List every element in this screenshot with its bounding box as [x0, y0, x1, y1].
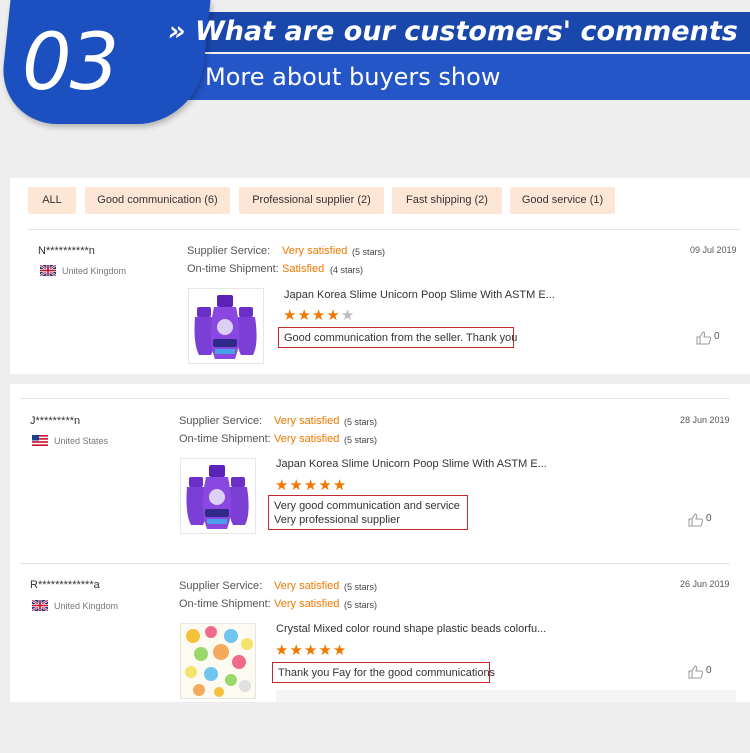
review-item: R*************a United Kingdom Supplier … — [10, 549, 750, 702]
thumbs-up-icon[interactable] — [696, 331, 712, 345]
star-filled-icon: ★ — [303, 642, 319, 659]
star-filled-icon: ★ — [275, 477, 290, 494]
supplier-service-value: Very satisfied — [274, 580, 340, 592]
review-comment: Good communication from the seller. Than… — [278, 327, 518, 348]
ontime-shipment-value: Very satisfied — [274, 433, 340, 445]
review-comment-line: Thank you Fay for the good communication… — [278, 667, 496, 679]
banner-subtitle: More about buyers show — [205, 63, 501, 91]
review-comment: Very good communication and service Very… — [268, 495, 468, 530]
star-filled-icon: ★ — [283, 307, 298, 324]
like-count: 0 — [706, 513, 712, 524]
ontime-shipment-stars: (4 stars) — [330, 265, 364, 275]
ontime-shipment-label: On-time Shipment: — [187, 263, 279, 275]
review-date: 26 Jun 2019 — [680, 579, 730, 589]
supplier-service-stars: (5 stars) — [344, 417, 378, 427]
product-thumbnail[interactable] — [180, 458, 256, 534]
star-filled-icon: ★ — [332, 477, 348, 494]
star-filled-icon: ★ — [326, 307, 341, 324]
beads-product-image — [181, 624, 255, 698]
reviewer-name: R*************a — [30, 579, 100, 591]
section-number: 03 — [22, 18, 119, 108]
review-comment-line: Very professional supplier — [274, 514, 400, 526]
slime-product-image — [181, 459, 255, 533]
supplier-service-label: Supplier Service: — [179, 580, 263, 592]
uk-flag-icon — [32, 600, 48, 611]
review-comment: Thank you Fay for the good communication… — [272, 662, 496, 683]
reviewer-name: N**********n — [38, 245, 95, 257]
thumbs-up-icon[interactable] — [688, 665, 704, 679]
ontime-shipment-label: On-time Shipment: — [179, 433, 271, 445]
review-date: 09 Jul 2019 — [690, 245, 737, 255]
ontime-shipment-label: On-time Shipment: — [179, 598, 271, 610]
product-rating: ★★★★★ — [275, 643, 347, 658]
star-filled-icon: ★ — [332, 642, 348, 659]
banner: 03 » What are our customers' comments ? … — [0, 0, 750, 130]
star-filled-icon: ★ — [297, 307, 312, 324]
product-rating: ★★★★★ — [275, 478, 347, 493]
like-count: 0 — [706, 665, 712, 676]
slime-product-image — [189, 289, 263, 363]
reviews-panel-bottom: J*********n United States Supplier Servi… — [10, 384, 750, 702]
banner-title: » What are our customers' comments ? — [168, 16, 750, 47]
review-item: J*********n United States Supplier Servi… — [10, 384, 750, 554]
star-filled-icon: ★ — [275, 642, 290, 659]
product-title[interactable]: Japan Korea Slime Unicorn Poop Slime Wit… — [276, 458, 547, 470]
supplier-service-label: Supplier Service: — [179, 415, 263, 427]
like-count: 0 — [714, 331, 720, 342]
supplier-service-stars: (5 stars) — [352, 247, 386, 257]
ontime-shipment-stars: (5 stars) — [344, 435, 378, 445]
star-filled-icon: ★ — [289, 477, 304, 494]
reviews-panel-top: ALL Good communication (6) Professional … — [10, 178, 750, 374]
review-item: N**********n United Kingdom Supplier Ser… — [10, 178, 750, 374]
product-rating: ★★★★★ — [283, 308, 355, 323]
supplier-service-label: Supplier Service: — [187, 245, 271, 257]
supplier-service-value: Very satisfied — [274, 415, 340, 427]
star-filled-icon: ★ — [318, 477, 333, 494]
review-comment-line: Good communication from the seller. Than… — [284, 332, 518, 344]
review-comment-line: Very good communication and service — [274, 500, 460, 512]
reply-area — [276, 690, 736, 702]
us-flag-icon — [32, 435, 48, 446]
product-thumbnail[interactable] — [188, 288, 264, 364]
product-thumbnail[interactable] — [180, 623, 256, 699]
star-filled-icon: ★ — [289, 642, 304, 659]
reviewer-name: J*********n — [30, 415, 81, 427]
ontime-shipment-value: Satisfied — [282, 263, 325, 275]
star-filled-icon: ★ — [311, 307, 327, 324]
supplier-service-value: Very satisfied — [282, 245, 348, 257]
uk-flag-icon — [40, 265, 56, 276]
product-title[interactable]: Japan Korea Slime Unicorn Poop Slime Wit… — [284, 289, 555, 301]
ontime-shipment-stars: (5 stars) — [344, 600, 378, 610]
star-empty-icon: ★ — [340, 307, 356, 324]
thumbs-up-icon[interactable] — [688, 513, 704, 527]
star-filled-icon: ★ — [303, 477, 319, 494]
supplier-service-stars: (5 stars) — [344, 582, 378, 592]
product-title[interactable]: Crystal Mixed color round shape plastic … — [276, 623, 546, 635]
reviewer-country: United States — [54, 436, 109, 446]
star-filled-icon: ★ — [318, 642, 333, 659]
ontime-shipment-value: Very satisfied — [274, 598, 340, 610]
reviewer-country: United Kingdom — [62, 266, 127, 276]
reviewer-country: United Kingdom — [54, 601, 119, 611]
review-date: 28 Jun 2019 — [680, 415, 730, 425]
